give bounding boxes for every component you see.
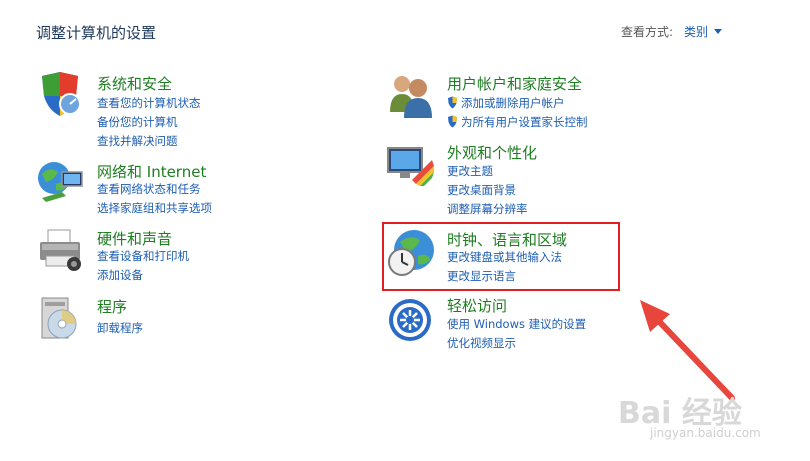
link-view-network-status[interactable]: 查看网络状态和任务 <box>97 181 201 197</box>
network-globe-icon[interactable] <box>36 158 86 208</box>
category-title[interactable]: 外观和个性化 <box>447 142 537 163</box>
monitor-palette-icon[interactable] <box>386 140 436 190</box>
uac-shield-icon <box>448 115 457 128</box>
link-label: 为所有用户设置家长控制 <box>461 115 588 129</box>
category-title[interactable]: 硬件和声音 <box>97 228 172 249</box>
category-title[interactable]: 程序 <box>97 296 127 317</box>
link-change-input-method[interactable]: 更改键盘或其他输入法 <box>447 249 562 265</box>
category-title[interactable]: 轻松访问 <box>447 295 507 316</box>
link-windows-recommended-settings[interactable]: 使用 Windows 建议的设置 <box>447 316 586 332</box>
link-change-display-language[interactable]: 更改显示语言 <box>447 268 516 284</box>
ease-of-access-icon[interactable] <box>386 294 436 344</box>
link-change-theme[interactable]: 更改主题 <box>447 163 493 179</box>
link-optimize-video[interactable]: 优化视频显示 <box>447 335 516 351</box>
printer-icon[interactable] <box>36 226 86 276</box>
shield-icon[interactable] <box>36 70 86 120</box>
link-parental-controls[interactable]: 为所有用户设置家长控制 <box>447 114 588 130</box>
programs-icon[interactable] <box>36 294 86 344</box>
link-devices-printers[interactable]: 查看设备和打印机 <box>97 248 189 264</box>
users-icon[interactable] <box>386 70 436 120</box>
watermark-url: jingyan.baidu.com <box>650 426 761 440</box>
link-add-device[interactable]: 添加设备 <box>97 267 143 283</box>
category-title[interactable]: 网络和 Internet <box>97 161 206 182</box>
chevron-down-icon[interactable] <box>714 29 722 34</box>
link-label: 添加或删除用户帐户 <box>461 96 565 110</box>
link-change-background[interactable]: 更改桌面背景 <box>447 182 516 198</box>
category-title[interactable]: 时钟、语言和区域 <box>447 229 567 250</box>
link-troubleshoot[interactable]: 查找并解决问题 <box>97 133 178 149</box>
category-title[interactable]: 用户帐户和家庭安全 <box>447 73 582 94</box>
view-by-label: 查看方式: <box>621 25 674 39</box>
uac-shield-icon <box>448 96 457 109</box>
globe-clock-icon[interactable] <box>386 228 436 278</box>
link-adjust-resolution[interactable]: 调整屏幕分辨率 <box>447 201 528 217</box>
link-uninstall-program[interactable]: 卸载程序 <box>97 320 143 336</box>
view-by-dropdown[interactable]: 类别 <box>684 23 708 40</box>
link-backup-computer[interactable]: 备份您的计算机 <box>97 114 178 130</box>
link-add-remove-accounts[interactable]: 添加或删除用户帐户 <box>447 95 565 111</box>
link-homegroup-sharing[interactable]: 选择家庭组和共享选项 <box>97 200 212 216</box>
page-title: 调整计算机的设置 <box>36 24 157 42</box>
category-title[interactable]: 系统和安全 <box>97 73 172 94</box>
link-view-computer-status[interactable]: 查看您的计算机状态 <box>97 95 201 111</box>
